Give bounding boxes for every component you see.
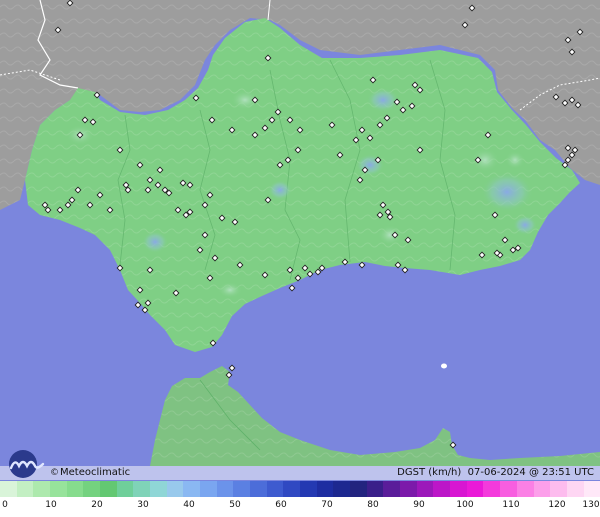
color-scale-tick-label: 100 <box>456 500 474 510</box>
color-scale-ticks: 0 10 20 30 40 50 60 70 80 90 100 110 120 130 <box>0 497 600 517</box>
color-scale-cell <box>16 481 34 497</box>
color-scale-cell <box>400 481 417 497</box>
color-scale-cell <box>350 481 367 497</box>
map-canvas <box>0 0 600 517</box>
color-scale-cell <box>300 481 317 497</box>
color-scale-cell <box>416 481 434 497</box>
wind-cell <box>513 215 537 235</box>
color-scale-tick-label: 50 <box>229 500 241 510</box>
color-scale-cell <box>50 481 67 497</box>
wind-cell <box>142 231 168 253</box>
color-scale-cell <box>166 481 184 497</box>
map-view: ©Meteoclimatic DGST (km/h) 07-06-2024 @ … <box>0 0 600 517</box>
color-scale-cell <box>66 481 84 497</box>
meteoclimatic-logo <box>9 450 45 478</box>
caption-at: @ <box>528 467 539 478</box>
copyright-symbol: © <box>50 468 59 478</box>
map-caption: DGST (km/h) 07-06-2024 @ 23:51 UTC <box>397 466 594 480</box>
color-scale-cell <box>216 481 234 497</box>
color-scale-cell <box>233 481 251 497</box>
wind-cell-high <box>481 172 533 212</box>
color-scale-tick-label: 40 <box>183 500 195 510</box>
color-scale-cell <box>116 481 134 497</box>
color-scale-tick-label: 110 <box>502 500 520 510</box>
color-scale-tick-label: 10 <box>45 500 57 510</box>
color-scale-cell <box>483 481 501 497</box>
color-scale-cell <box>83 481 101 497</box>
color-scale-tick-label: 90 <box>413 500 425 510</box>
color-scale-cell <box>133 481 151 497</box>
color-scale-cell <box>183 481 201 497</box>
color-scale-cell <box>516 481 534 497</box>
color-scale-tick-label: 120 <box>548 500 566 510</box>
color-scale-cell <box>150 481 167 497</box>
wind-cell-weak <box>218 282 242 298</box>
color-scale-cell <box>550 481 567 497</box>
color-scale-cell <box>566 481 584 497</box>
caption-tz: UTC <box>574 467 594 478</box>
color-scale-tick-label: 70 <box>321 500 333 510</box>
brand-name: Meteoclimatic <box>60 467 131 478</box>
color-scale-cell <box>283 481 301 497</box>
color-scale-tick-label: 80 <box>367 500 379 510</box>
color-scale-cell <box>433 481 451 497</box>
wind-cell <box>268 180 292 200</box>
color-scale-cell <box>366 481 384 497</box>
color-scale-cell <box>250 481 267 497</box>
color-scale-tick-label: 60 <box>275 500 287 510</box>
caption-time: 23:51 <box>542 467 571 478</box>
caption-variable: DGST <box>397 467 426 478</box>
wind-cell-weak <box>505 151 525 169</box>
color-scale-tick-label: 30 <box>137 500 149 510</box>
color-scale-cell <box>383 481 401 497</box>
color-scale-cell <box>466 481 484 497</box>
color-scale-tick-label: 20 <box>91 500 103 510</box>
color-scale-tick-label: 0 <box>2 500 8 510</box>
caption-unit: (km/h) <box>428 467 462 478</box>
color-scale-cell <box>200 481 217 497</box>
color-scale-cell <box>500 481 517 497</box>
brand-label: ©Meteoclimatic <box>50 466 130 480</box>
color-scale-cell <box>533 481 551 497</box>
color-scale <box>0 481 600 497</box>
color-scale-tick-label: 130 <box>582 500 600 510</box>
color-scale-cell <box>316 481 334 497</box>
color-scale-cell <box>266 481 284 497</box>
color-scale-cell <box>33 481 51 497</box>
caption-date: 07-06-2024 <box>467 467 526 478</box>
color-scale-cell <box>0 481 17 497</box>
wind-cell <box>356 154 384 176</box>
color-scale-cell <box>450 481 467 497</box>
color-scale-cell <box>583 481 600 497</box>
island-marker <box>441 363 447 369</box>
color-scale-cell <box>100 481 117 497</box>
color-scale-cell <box>333 481 351 497</box>
wind-cell <box>367 88 399 112</box>
